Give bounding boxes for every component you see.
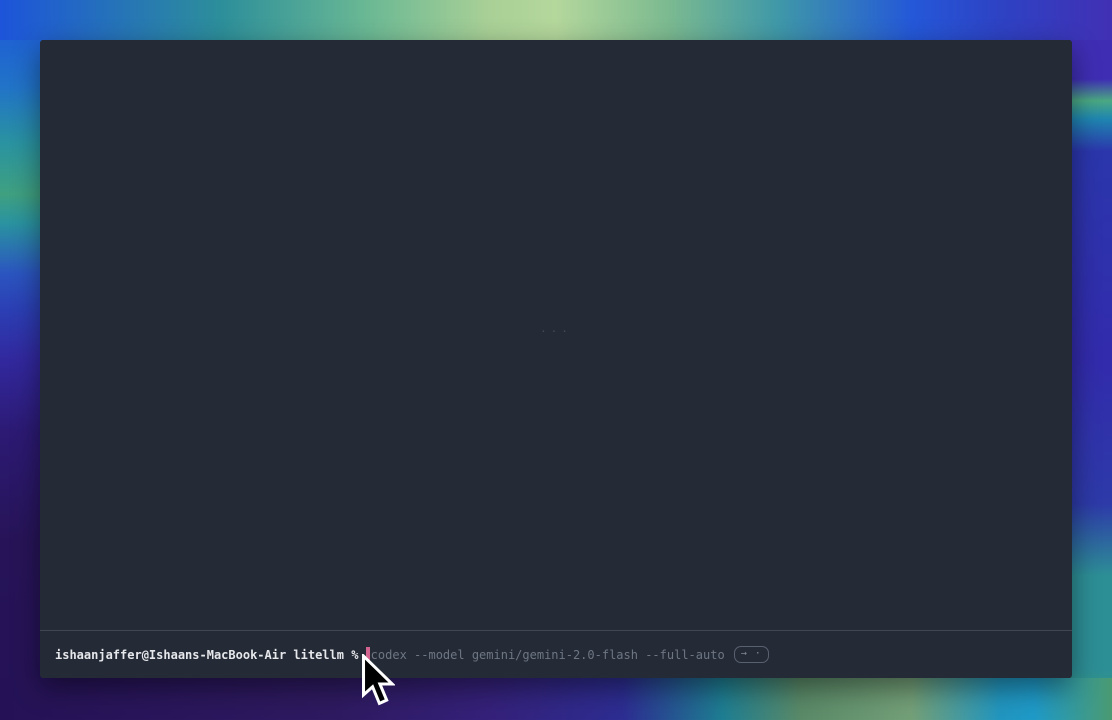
wallpaper-bottom-strip — [0, 678, 1112, 720]
text-cursor — [366, 647, 370, 662]
desktop: { "desktop": { "wallpaper": { "style": "… — [0, 0, 1112, 720]
wallpaper-left-strip — [0, 0, 42, 720]
autosuggestion-text: codex --model gemini/gemini-2.0-flash --… — [371, 648, 725, 662]
command-prompt-line[interactable]: ishaanjaffer@Ishaans-MacBook-Air litellm… — [40, 631, 1072, 678]
shell-prompt: ishaanjaffer@Ishaans-MacBook-Air litellm… — [55, 648, 366, 662]
wallpaper-right-strip — [1070, 0, 1112, 720]
wallpaper-top-strip — [0, 0, 1112, 40]
tab-accept-hint-badge: → · — [734, 646, 769, 663]
terminal-screen[interactable]: ··· — [40, 40, 1072, 630]
loading-dots-indicator: ··· — [540, 325, 572, 338]
terminal-window[interactable]: ··· ishaanjaffer@Ishaans-MacBook-Air lit… — [40, 40, 1072, 678]
